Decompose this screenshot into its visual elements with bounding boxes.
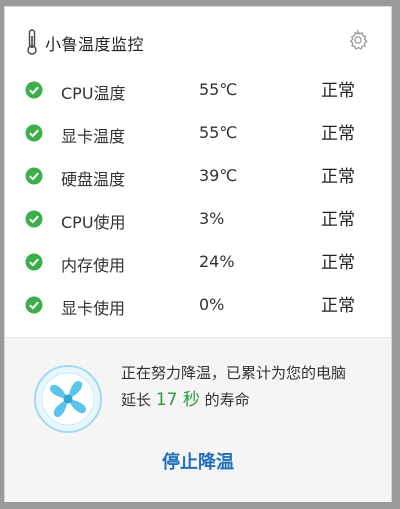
metric-value: 55℃ — [199, 123, 238, 142]
cooling-message-line2: 延长 17 秒 的寿命 — [121, 387, 389, 414]
extend-label: 延长 — [121, 391, 152, 409]
thermometer-icon — [27, 29, 37, 55]
fan-icon — [34, 365, 102, 433]
panel-header: 小鲁温度监控 — [5, 7, 391, 71]
cooling-message-line1: 正在努力降温，已累计为您的电脑 — [121, 364, 347, 382]
metric-label: 硬盘温度 — [61, 170, 126, 189]
metric-value: 39℃ — [199, 166, 238, 185]
metric-row-gpu-temp: 显卡温度 55℃ 正常 — [5, 114, 391, 154]
temperature-monitor-panel: 小鲁温度监控 CPU温度 55℃ 正常 显卡温度 55℃ 正常 硬盘温度 39℃… — [4, 6, 392, 502]
check-circle-icon — [25, 81, 43, 99]
check-circle-icon — [25, 296, 43, 314]
metric-status: 正常 — [321, 81, 355, 101]
app-title: 小鲁温度监控 — [45, 35, 145, 54]
metric-label: 显卡温度 — [61, 127, 126, 146]
metric-value: 3% — [199, 209, 225, 228]
check-circle-icon — [25, 124, 43, 142]
metric-label: CPU温度 — [61, 84, 126, 103]
metric-row-cpu-usage: CPU使用 3% 正常 — [5, 200, 391, 240]
metric-label: CPU使用 — [61, 213, 126, 232]
cooling-message: 正在努力降温，已累计为您的电脑 延长 17 秒 的寿命 — [121, 360, 389, 414]
cooling-section: 正在努力降温，已累计为您的电脑 延长 17 秒 的寿命 停止降温 — [5, 337, 391, 502]
stop-cooling-button[interactable]: 停止降温 — [5, 448, 391, 474]
metric-value: 0% — [199, 295, 225, 314]
metric-status: 正常 — [321, 210, 355, 230]
metric-value: 55℃ — [199, 80, 238, 99]
metric-status: 正常 — [321, 167, 355, 187]
lifespan-label: 的寿命 — [204, 391, 250, 409]
metric-value: 24% — [199, 252, 235, 271]
check-circle-icon — [25, 210, 43, 228]
gear-icon[interactable] — [347, 29, 369, 51]
metric-row-gpu-usage: 显卡使用 0% 正常 — [5, 286, 391, 326]
metric-row-cpu-temp: CPU温度 55℃ 正常 — [5, 71, 391, 111]
metric-row-disk-temp: 硬盘温度 39℃ 正常 — [5, 157, 391, 197]
metric-status: 正常 — [321, 253, 355, 273]
check-circle-icon — [25, 253, 43, 271]
check-circle-icon — [25, 167, 43, 185]
extended-seconds: 17 秒 — [155, 390, 200, 410]
metric-status: 正常 — [321, 124, 355, 144]
metric-label: 内存使用 — [61, 256, 126, 275]
metric-label: 显卡使用 — [61, 299, 126, 318]
metric-row-memory-usage: 内存使用 24% 正常 — [5, 243, 391, 283]
metric-status: 正常 — [321, 296, 355, 316]
